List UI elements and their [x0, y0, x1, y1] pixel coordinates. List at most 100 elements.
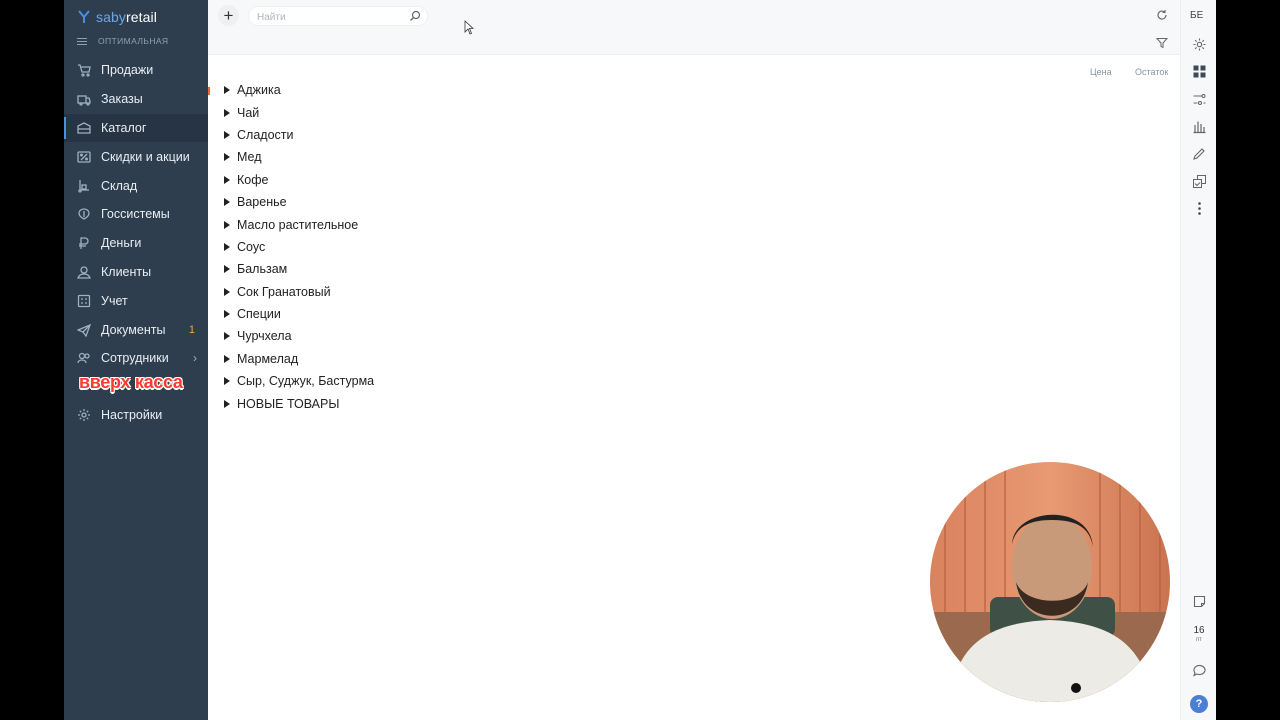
sidebar-item-label: Настройки: [101, 408, 163, 423]
catalog-folder-label: НОВЫЕ ТОВАРЫ: [237, 396, 340, 411]
add-button[interactable]: +: [218, 5, 239, 26]
sidebar-item-label: Продажи: [101, 63, 154, 78]
sidebar-item-accounting[interactable]: Учет: [64, 286, 208, 315]
notes-icon[interactable]: [1191, 593, 1207, 609]
brand-logo[interactable]: sabyretail: [78, 7, 157, 27]
catalog-folder-row[interactable]: Мед: [208, 146, 1008, 168]
calendar-date[interactable]: 16 пт: [1189, 626, 1209, 644]
column-header-price[interactable]: Цена: [1090, 67, 1112, 77]
search-input[interactable]: [249, 8, 399, 27]
catalog-folder-label: Аджика: [237, 83, 281, 98]
catalog-folder-row[interactable]: Специи: [208, 303, 1008, 325]
column-header-stock[interactable]: Остаток: [1135, 67, 1168, 77]
orders-icon: [77, 92, 91, 106]
sidebar-item-sales[interactable]: Продажи: [64, 56, 208, 85]
app-window: sabyretail ОПТИМАЛЬНАЯ Продажи Заказы Ка…: [64, 0, 1216, 720]
catalog-folder-row[interactable]: Сок Гранатовый: [208, 281, 1008, 303]
gear-icon: [77, 408, 91, 422]
catalog-folder-label: Сыр, Суджук, Бастурма: [237, 374, 375, 389]
expand-arrow-icon[interactable]: [224, 220, 230, 229]
sidebar-item-label: Учет: [101, 293, 128, 308]
expand-arrow-icon[interactable]: [224, 153, 230, 162]
video-caption-overlay: вверх касса: [79, 372, 183, 392]
right-toolbar: БЕ 16 пт ?: [1180, 0, 1216, 720]
help-button[interactable]: ?: [1190, 695, 1208, 713]
search-icon[interactable]: [409, 10, 421, 22]
pencil-icon[interactable]: [1191, 145, 1207, 161]
expand-arrow-icon[interactable]: [224, 287, 230, 296]
catalog-folder-row[interactable]: Сыр, Суджук, Бастурма: [208, 370, 1008, 392]
sidebar-item-clients[interactable]: Клиенты: [64, 258, 208, 287]
sidebar-item-catalog[interactable]: Каталог: [64, 113, 208, 143]
grid-view-icon[interactable]: [1191, 63, 1207, 79]
warehouse-icon: [77, 179, 91, 193]
catalog-folder-row[interactable]: Варенье: [208, 191, 1008, 213]
catalog-folder-row[interactable]: Кофе: [208, 169, 1008, 191]
more-vertical-icon[interactable]: [1191, 200, 1207, 216]
emblem-icon: [77, 207, 91, 221]
nav-menu: Продажи Заказы Каталог Скидки и акции Ск…: [64, 56, 208, 373]
catalog-folder-row[interactable]: Соус: [208, 236, 1008, 258]
brand-suffix: retail: [125, 9, 157, 25]
calendar-weekday: пт: [1196, 637, 1202, 643]
expand-arrow-icon[interactable]: [224, 108, 230, 117]
sidebar-item-settings[interactable]: Настройки: [64, 401, 208, 430]
sidebar-item-label: Каталог: [101, 120, 147, 135]
expand-arrow-icon[interactable]: [224, 175, 230, 184]
sidebar-item-money[interactable]: Деньги: [64, 229, 208, 258]
sidebar-item-label: Клиенты: [101, 264, 152, 279]
catalog-folder-label: Соус: [237, 239, 266, 254]
sidebar-item-warehouse[interactable]: Склад: [64, 171, 208, 200]
sidebar-item-label: Заказы: [101, 92, 143, 107]
sidebar-item-label: Склад: [101, 178, 138, 193]
expand-arrow-icon[interactable]: [224, 377, 230, 386]
bar-chart-icon[interactable]: [1191, 118, 1207, 134]
catalog-folder-label: Специи: [237, 307, 281, 322]
expand-arrow-icon[interactable]: [224, 130, 230, 139]
refresh-icon[interactable]: [1156, 9, 1168, 21]
expand-arrow-icon[interactable]: [224, 198, 230, 207]
catalog-icon: [77, 121, 91, 135]
sidebar-item-government[interactable]: Госсистемы: [64, 200, 208, 229]
expand-arrow-icon[interactable]: [224, 310, 230, 319]
sidebar-item-orders[interactable]: Заказы: [64, 85, 208, 114]
user-avatar[interactable]: БЕ: [1190, 10, 1203, 21]
employees-icon: [77, 351, 91, 365]
catalog-folder-row[interactable]: Мармелад: [208, 348, 1008, 370]
catalog-folder-label: Чурчхела: [237, 329, 292, 344]
expand-arrow-icon[interactable]: [224, 242, 230, 251]
sidebar-item-label: Скидки и акции: [101, 149, 190, 164]
sidebar: sabyretail ОПТИМАЛЬНАЯ Продажи Заказы Ка…: [64, 0, 208, 720]
expand-arrow-icon[interactable]: [224, 354, 230, 363]
catalog-folder-row[interactable]: НОВЫЕ ТОВАРЫ: [208, 392, 1008, 414]
sidebar-item-documents[interactable]: Документы 1: [64, 315, 208, 344]
filter-icon[interactable]: [1156, 37, 1168, 49]
expand-arrow-icon[interactable]: [224, 265, 230, 274]
tariff-switch[interactable]: ОПТИМАЛЬНАЯ: [77, 36, 168, 46]
expand-arrow-icon[interactable]: [224, 332, 230, 341]
checklist-icon[interactable]: [1191, 173, 1207, 189]
catalog-folder-row[interactable]: Бальзам: [208, 258, 1008, 280]
catalog-folder-row[interactable]: Масло растительное: [208, 213, 1008, 235]
ruble-icon: [77, 236, 91, 250]
catalog-folder-row[interactable]: Сладости: [208, 124, 1008, 146]
expand-arrow-icon[interactable]: [224, 86, 230, 95]
catalog-folder-row[interactable]: Чурчхела: [208, 325, 1008, 347]
brand-prefix: saby: [96, 9, 126, 25]
sidebar-item-discounts[interactable]: Скидки и акции: [64, 142, 208, 171]
webcam-video-overlay: [930, 462, 1170, 702]
settings-icon[interactable]: [1191, 36, 1207, 52]
expand-arrow-icon[interactable]: [224, 399, 230, 408]
search-field[interactable]: [248, 6, 428, 27]
chat-icon[interactable]: [1191, 662, 1207, 678]
clients-icon: [77, 265, 91, 279]
catalog-folder-row[interactable]: Чай: [208, 101, 1008, 123]
sidebar-item-employees[interactable]: Сотрудники ›: [64, 344, 208, 373]
menu-icon: [77, 37, 87, 45]
sliders-icon[interactable]: [1191, 91, 1207, 107]
catalog-folder-label: Сок Гранатовый: [237, 284, 331, 299]
catalog-folder-label: Кофе: [237, 172, 269, 187]
catalog-folder-row[interactable]: Аджика: [208, 79, 1008, 101]
documents-icon: [77, 323, 91, 337]
chevron-right-icon: ›: [193, 351, 197, 366]
